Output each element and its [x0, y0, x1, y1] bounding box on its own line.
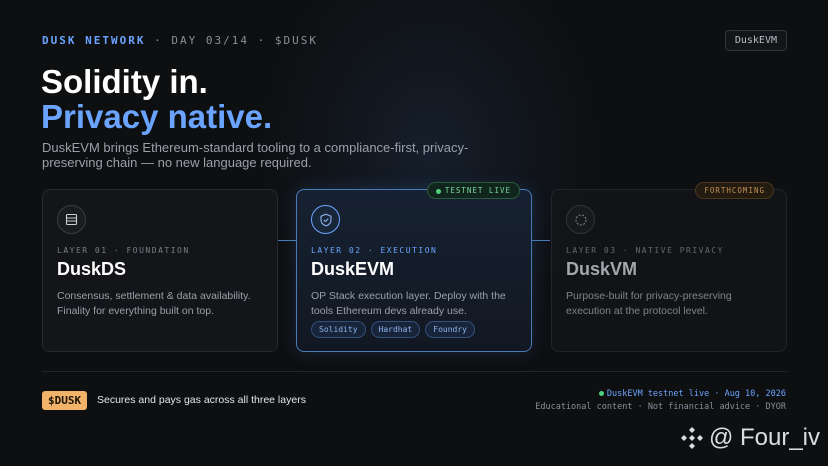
- headline-line-2: Privacy native.: [41, 98, 273, 135]
- tool-tags: Solidity Hardhat Foundry: [311, 321, 475, 338]
- shield-check-icon: [311, 205, 340, 234]
- layer-card-duskds: LAYER 01 · FOUNDATION DuskDS Consensus, …: [42, 189, 278, 352]
- product-badge: DuskEVM: [724, 29, 787, 51]
- token-badge: $DUSK: [42, 391, 88, 410]
- tag-solidity: Solidity: [311, 321, 366, 338]
- layer-label: LAYER 01 · FOUNDATION: [57, 246, 190, 255]
- day-counter: DAY 03/14: [171, 33, 249, 47]
- disclaimer: Educational content · Not financial advi…: [535, 402, 786, 412]
- live-dot-icon: [598, 391, 604, 396]
- card-title: DuskVM: [566, 259, 638, 279]
- eyebrow: DUSK NETWORK · DAY 03/14 · $DUSK: [42, 34, 318, 47]
- watermark-handle: @ Four_iv: [708, 424, 820, 451]
- layers-icon: [57, 205, 86, 234]
- tag-foundry: Foundry: [425, 321, 475, 338]
- brand-name: DUSK NETWORK: [42, 33, 146, 47]
- forthcoming-pill: FORTHCOMING: [695, 182, 774, 199]
- pill-label: TESTNET LIVE: [444, 186, 511, 195]
- separator: ·: [257, 33, 267, 47]
- live-dot-icon: [435, 188, 441, 194]
- dashed-circle-icon: [566, 205, 595, 234]
- card-description: Purpose-built for privacy-preserving exe…: [566, 290, 732, 317]
- tag-hardhat: Hardhat: [370, 321, 421, 338]
- separator: ·: [154, 33, 163, 47]
- diamond-logo-icon: [680, 427, 703, 449]
- status-block: DuskEVM testnet live · Aug 10, 2026 Educ…: [535, 388, 786, 414]
- ticker: $DUSK: [274, 33, 318, 47]
- token-description: Secures and pays gas across all three la…: [97, 394, 306, 406]
- connector-line: [532, 240, 550, 241]
- headline: Solidity in. Privacy native.: [41, 64, 272, 134]
- layer-label: LAYER 03 · NATIVE PRIVACY: [566, 246, 724, 255]
- connector-line: [278, 240, 296, 241]
- card-description: OP Stack execution layer. Deploy with th…: [311, 290, 506, 317]
- layer-card-duskvm: FORTHCOMING LAYER 03 · NATIVE PRIVACY Du…: [551, 182, 787, 352]
- card-description: Consensus, settlement & data availabilit…: [57, 290, 251, 317]
- top-bar: DUSK NETWORK · DAY 03/14 · $DUSK DuskEVM: [42, 29, 787, 51]
- card-title: DuskDS: [57, 259, 127, 279]
- testnet-live-pill: TESTNET LIVE: [426, 182, 520, 199]
- layer-label: LAYER 02 · EXECUTION: [311, 246, 438, 255]
- testnet-status: DuskEVM testnet live · Aug 10, 2026: [535, 388, 786, 401]
- headline-line-1: Solidity in.: [41, 63, 208, 100]
- footer-divider: [42, 371, 787, 372]
- status-text: DuskEVM testnet live · Aug 10, 2026: [606, 389, 786, 399]
- layer-card-duskevm: TESTNET LIVE LAYER 02 · EXECUTION DuskEV…: [296, 182, 532, 352]
- card-title: DuskEVM: [311, 259, 395, 279]
- subtitle: DuskEVM brings Ethereum-standard tooling…: [42, 140, 469, 170]
- watermark: @ Four_iv: [679, 424, 820, 452]
